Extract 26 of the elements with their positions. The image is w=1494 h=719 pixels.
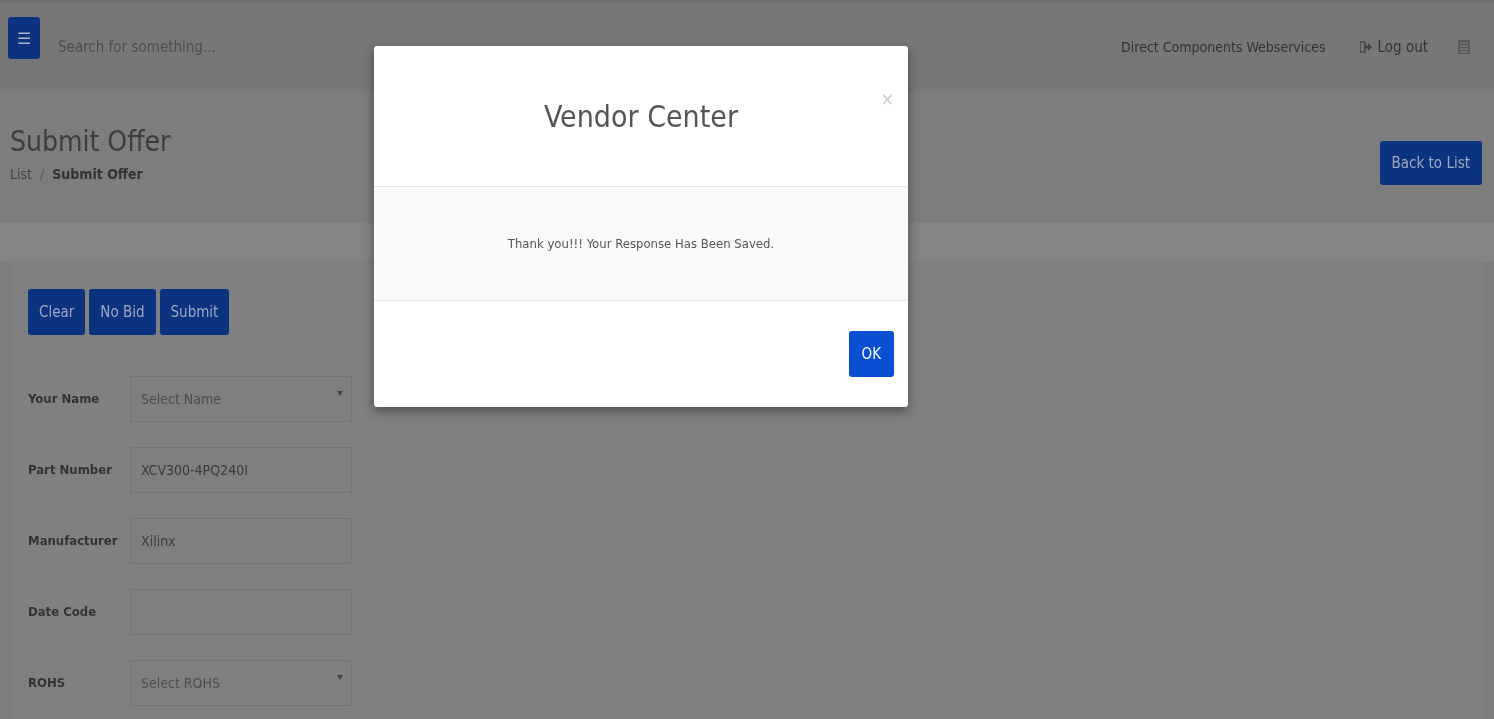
logout-link[interactable]: Log out [1377, 38, 1428, 56]
field-label: Manufacturer [28, 533, 118, 548]
modal-message: Thank you!!! Your Response Has Been Saved. [507, 236, 775, 251]
back-to-list-button[interactable]: Back to List [1379, 141, 1482, 185]
list-icon[interactable] [1458, 40, 1470, 54]
form-button[interactable]: Submit [159, 289, 230, 335]
field-label: Part Number [28, 462, 112, 477]
breadcrumb-separator: / [40, 166, 45, 182]
input-field[interactable]: XCV300-4PQ240I [130, 446, 352, 493]
modal-title: Vendor Center [544, 98, 738, 134]
form-button[interactable]: Clear [28, 289, 86, 335]
breadcrumb-item[interactable]: List [10, 166, 32, 182]
company-name: Direct Components Webservices [1121, 39, 1326, 55]
ok-button[interactable]: OK [848, 331, 894, 377]
field-label: ROHS [28, 675, 66, 690]
page-title: Submit Offer [10, 125, 171, 158]
menu-button[interactable]: ☰ [8, 17, 40, 59]
caret-icon [337, 390, 343, 396]
caret-icon [337, 674, 343, 680]
field-label: Your Name [28, 391, 100, 406]
logout-icon[interactable] [1359, 41, 1372, 53]
input-field[interactable]: Xilinx [130, 517, 352, 564]
breadcrumb-item: Submit Offer [52, 166, 143, 182]
field-label: Date Code [28, 604, 97, 619]
form-button[interactable]: No Bid [89, 289, 156, 335]
close-button[interactable]: × [878, 88, 896, 109]
